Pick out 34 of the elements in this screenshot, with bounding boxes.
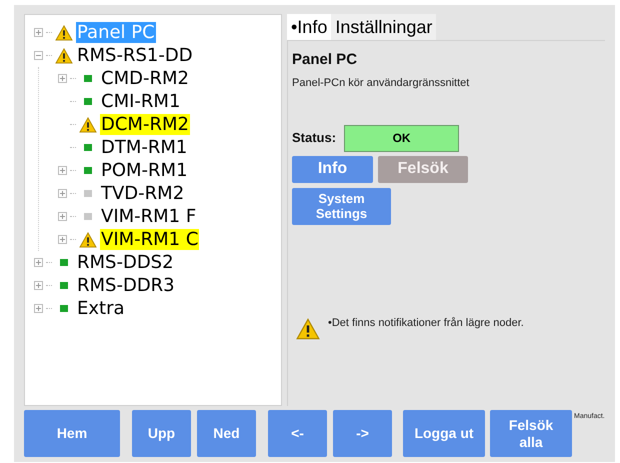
expand-icon[interactable] (58, 189, 67, 198)
expand-icon[interactable] (58, 235, 67, 244)
tree-item[interactable]: TVD-RM2 (100, 183, 186, 204)
warning-icon (296, 318, 320, 340)
expand-icon[interactable] (34, 258, 43, 267)
warning-icon (55, 24, 73, 40)
status-value: OK (344, 124, 460, 152)
expand-icon[interactable] (58, 74, 67, 83)
warning-icon (79, 232, 97, 248)
collapse-icon[interactable] (34, 51, 43, 60)
tree-item[interactable]: DTM-RM1 (100, 137, 188, 158)
warning-icon (55, 48, 73, 64)
tree-item[interactable]: VIM-RM1 F (100, 206, 198, 227)
details-title: Panel PC (292, 51, 358, 69)
details-description: Panel-PCn kör användargränssnittet (292, 76, 470, 91)
tree-item[interactable]: Extra (76, 298, 126, 319)
expand-icon[interactable] (58, 212, 67, 221)
tab[interactable]: Inställningar (331, 14, 436, 40)
notification-text: •Det finns notifikationer från lägre noder. (328, 316, 524, 330)
expand-icon[interactable] (34, 304, 43, 313)
expand-icon[interactable] (58, 166, 67, 175)
warning-icon (79, 116, 97, 132)
status-label: Status: (292, 129, 336, 148)
tree-item[interactable]: VIM-RM1 C (100, 229, 200, 250)
tree-item[interactable]: POM-RM1 (100, 160, 189, 181)
tree-item[interactable]: RMS-DDS2 (76, 252, 175, 273)
tree-item[interactable]: RMS-DDR3 (76, 275, 176, 296)
tab[interactable]: •Info (287, 14, 332, 40)
tree-item[interactable]: CMI-RM1 (100, 91, 182, 112)
tree-item[interactable]: CMD-RM2 (100, 68, 190, 89)
expand-icon[interactable] (34, 281, 43, 290)
tree-item[interactable]: DCM-RM2 (100, 114, 190, 135)
expand-icon[interactable] (34, 28, 43, 37)
tree-item[interactable]: RMS-RS1-DD (76, 45, 194, 66)
